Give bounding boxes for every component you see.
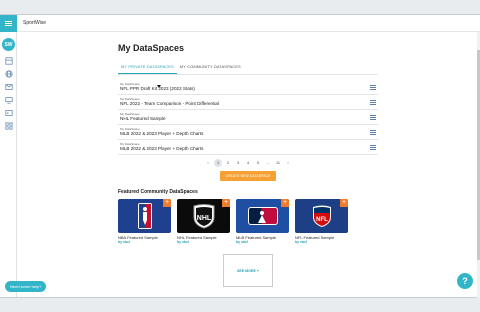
featured-cards: + NBA Featured Sample by sbcl NHL + NHL …	[118, 199, 378, 244]
dataspace-title[interactable]: MLB 2022 & 2023 Player + Depth Charts	[120, 146, 203, 151]
see-more-button[interactable]: SEE MORE +	[223, 254, 273, 287]
add-icon[interactable]: +	[281, 199, 289, 207]
row-menu-icon[interactable]	[370, 145, 376, 150]
tab-my-community-dataspaces[interactable]: MY COMMUNITY DATASPACES	[177, 61, 244, 74]
dataspace-row[interactable]: My DataSpace NFL 2022 - Team Comparison …	[118, 95, 378, 110]
featured-author[interactable]: by sbcl	[295, 240, 348, 244]
dataspace-title[interactable]: NHL Featured Sample	[120, 116, 166, 121]
left-rail: SW	[0, 15, 17, 297]
featured-author[interactable]: by sbcl	[236, 240, 289, 244]
dataspace-title[interactable]: NFL 2022 - Team Comparison - Point Diffe…	[120, 101, 219, 106]
nhl-logo-icon: NHL	[193, 204, 214, 229]
featured-heading: Featured Community DataSpaces	[118, 189, 198, 195]
add-icon[interactable]: +	[340, 199, 348, 207]
app-window: SW SportWise My DataSpaces MY PRIVATE DA…	[0, 14, 480, 298]
app-name: SportWise	[23, 20, 47, 26]
svg-text:NFL: NFL	[316, 217, 328, 223]
add-icon[interactable]: +	[222, 199, 230, 207]
featured-author[interactable]: by sbcl	[177, 240, 230, 244]
featured-card[interactable]: NHL + NHL Featured Sample by sbcl	[177, 199, 230, 244]
mlb-logo-thumbnail[interactable]: +	[236, 199, 289, 233]
featured-card[interactable]: + NBA Featured Sample by sbcl	[118, 199, 171, 244]
avatar[interactable]: SW	[2, 38, 15, 51]
dashboard-icon[interactable]	[4, 56, 13, 65]
row-menu-icon[interactable]	[370, 130, 376, 135]
dataspace-title[interactable]: MLB 2022 & 2023 Player + Depth Charts	[120, 131, 203, 136]
hamburger-icon	[5, 21, 12, 26]
tab-my-private-dataspaces[interactable]: MY PRIVATE DATASPACES	[118, 61, 177, 74]
svg-text:NHL: NHL	[196, 215, 211, 222]
page-button[interactable]: 1	[214, 159, 222, 167]
hamburger-menu-button[interactable]	[0, 15, 17, 32]
nfl-logo-thumbnail[interactable]: NFL +	[295, 199, 348, 233]
need-help-button[interactable]: Need some help?	[5, 281, 47, 292]
featured-card[interactable]: NFL + NFL Featured Sample by sbcl	[295, 199, 348, 244]
mlb-logo-icon	[247, 207, 278, 225]
featured-author[interactable]: by sbcl	[118, 240, 171, 244]
main-content: My DataSpaces MY PRIVATE DATASPACES MY C…	[118, 43, 378, 287]
nba-logo-thumbnail[interactable]: +	[118, 199, 171, 233]
create-dataspace-button[interactable]: CREATE NEW DATASPACE	[220, 171, 276, 181]
nba-logo-icon	[137, 203, 152, 229]
add-icon[interactable]: +	[163, 199, 171, 207]
globe-icon[interactable]	[4, 69, 13, 78]
help-question-button[interactable]: ?	[457, 273, 473, 289]
top-bar: SportWise	[17, 15, 480, 32]
dataspace-row[interactable]: My DataSpace MLB 2022 & 2023 Player + De…	[118, 125, 378, 140]
page-button[interactable]: 2	[224, 159, 232, 167]
dataspace-row[interactable]: My DataSpace NHL Featured Sample	[118, 110, 378, 125]
message-icon[interactable]	[4, 82, 13, 91]
page-button[interactable]: 11	[274, 159, 282, 167]
id-card-icon[interactable]	[4, 108, 13, 117]
row-menu-icon[interactable]	[370, 85, 376, 90]
featured-card[interactable]: + MLB Featured Sample by sbcl	[236, 199, 289, 244]
page-button[interactable]: 5	[254, 159, 262, 167]
page-ellipsis: ...	[266, 161, 270, 165]
next-page-button[interactable]: ›	[284, 159, 292, 167]
mouse-cursor	[157, 85, 161, 88]
page-button[interactable]: 3	[234, 159, 242, 167]
tv-icon[interactable]	[4, 95, 13, 104]
page-title: My DataSpaces	[118, 43, 185, 53]
dataspace-list: My DataSpace NFL PPR Draft Kit 2023 (202…	[118, 80, 378, 155]
grid-icon[interactable]	[4, 121, 13, 130]
page-button[interactable]: 4	[244, 159, 252, 167]
dataspace-row[interactable]: My DataSpace MLB 2022 & 2023 Player + De…	[118, 140, 378, 155]
prev-page-button[interactable]: ‹	[204, 159, 212, 167]
nfl-logo-icon: NFL	[312, 205, 331, 227]
row-menu-icon[interactable]	[370, 100, 376, 105]
nhl-logo-thumbnail[interactable]: NHL +	[177, 199, 230, 233]
row-menu-icon[interactable]	[370, 115, 376, 120]
tab-bar: MY PRIVATE DATASPACES MY COMMUNITY DATAS…	[118, 61, 378, 75]
pagination: ‹ 1 2 3 4 5 ... 11 ›	[118, 159, 378, 167]
